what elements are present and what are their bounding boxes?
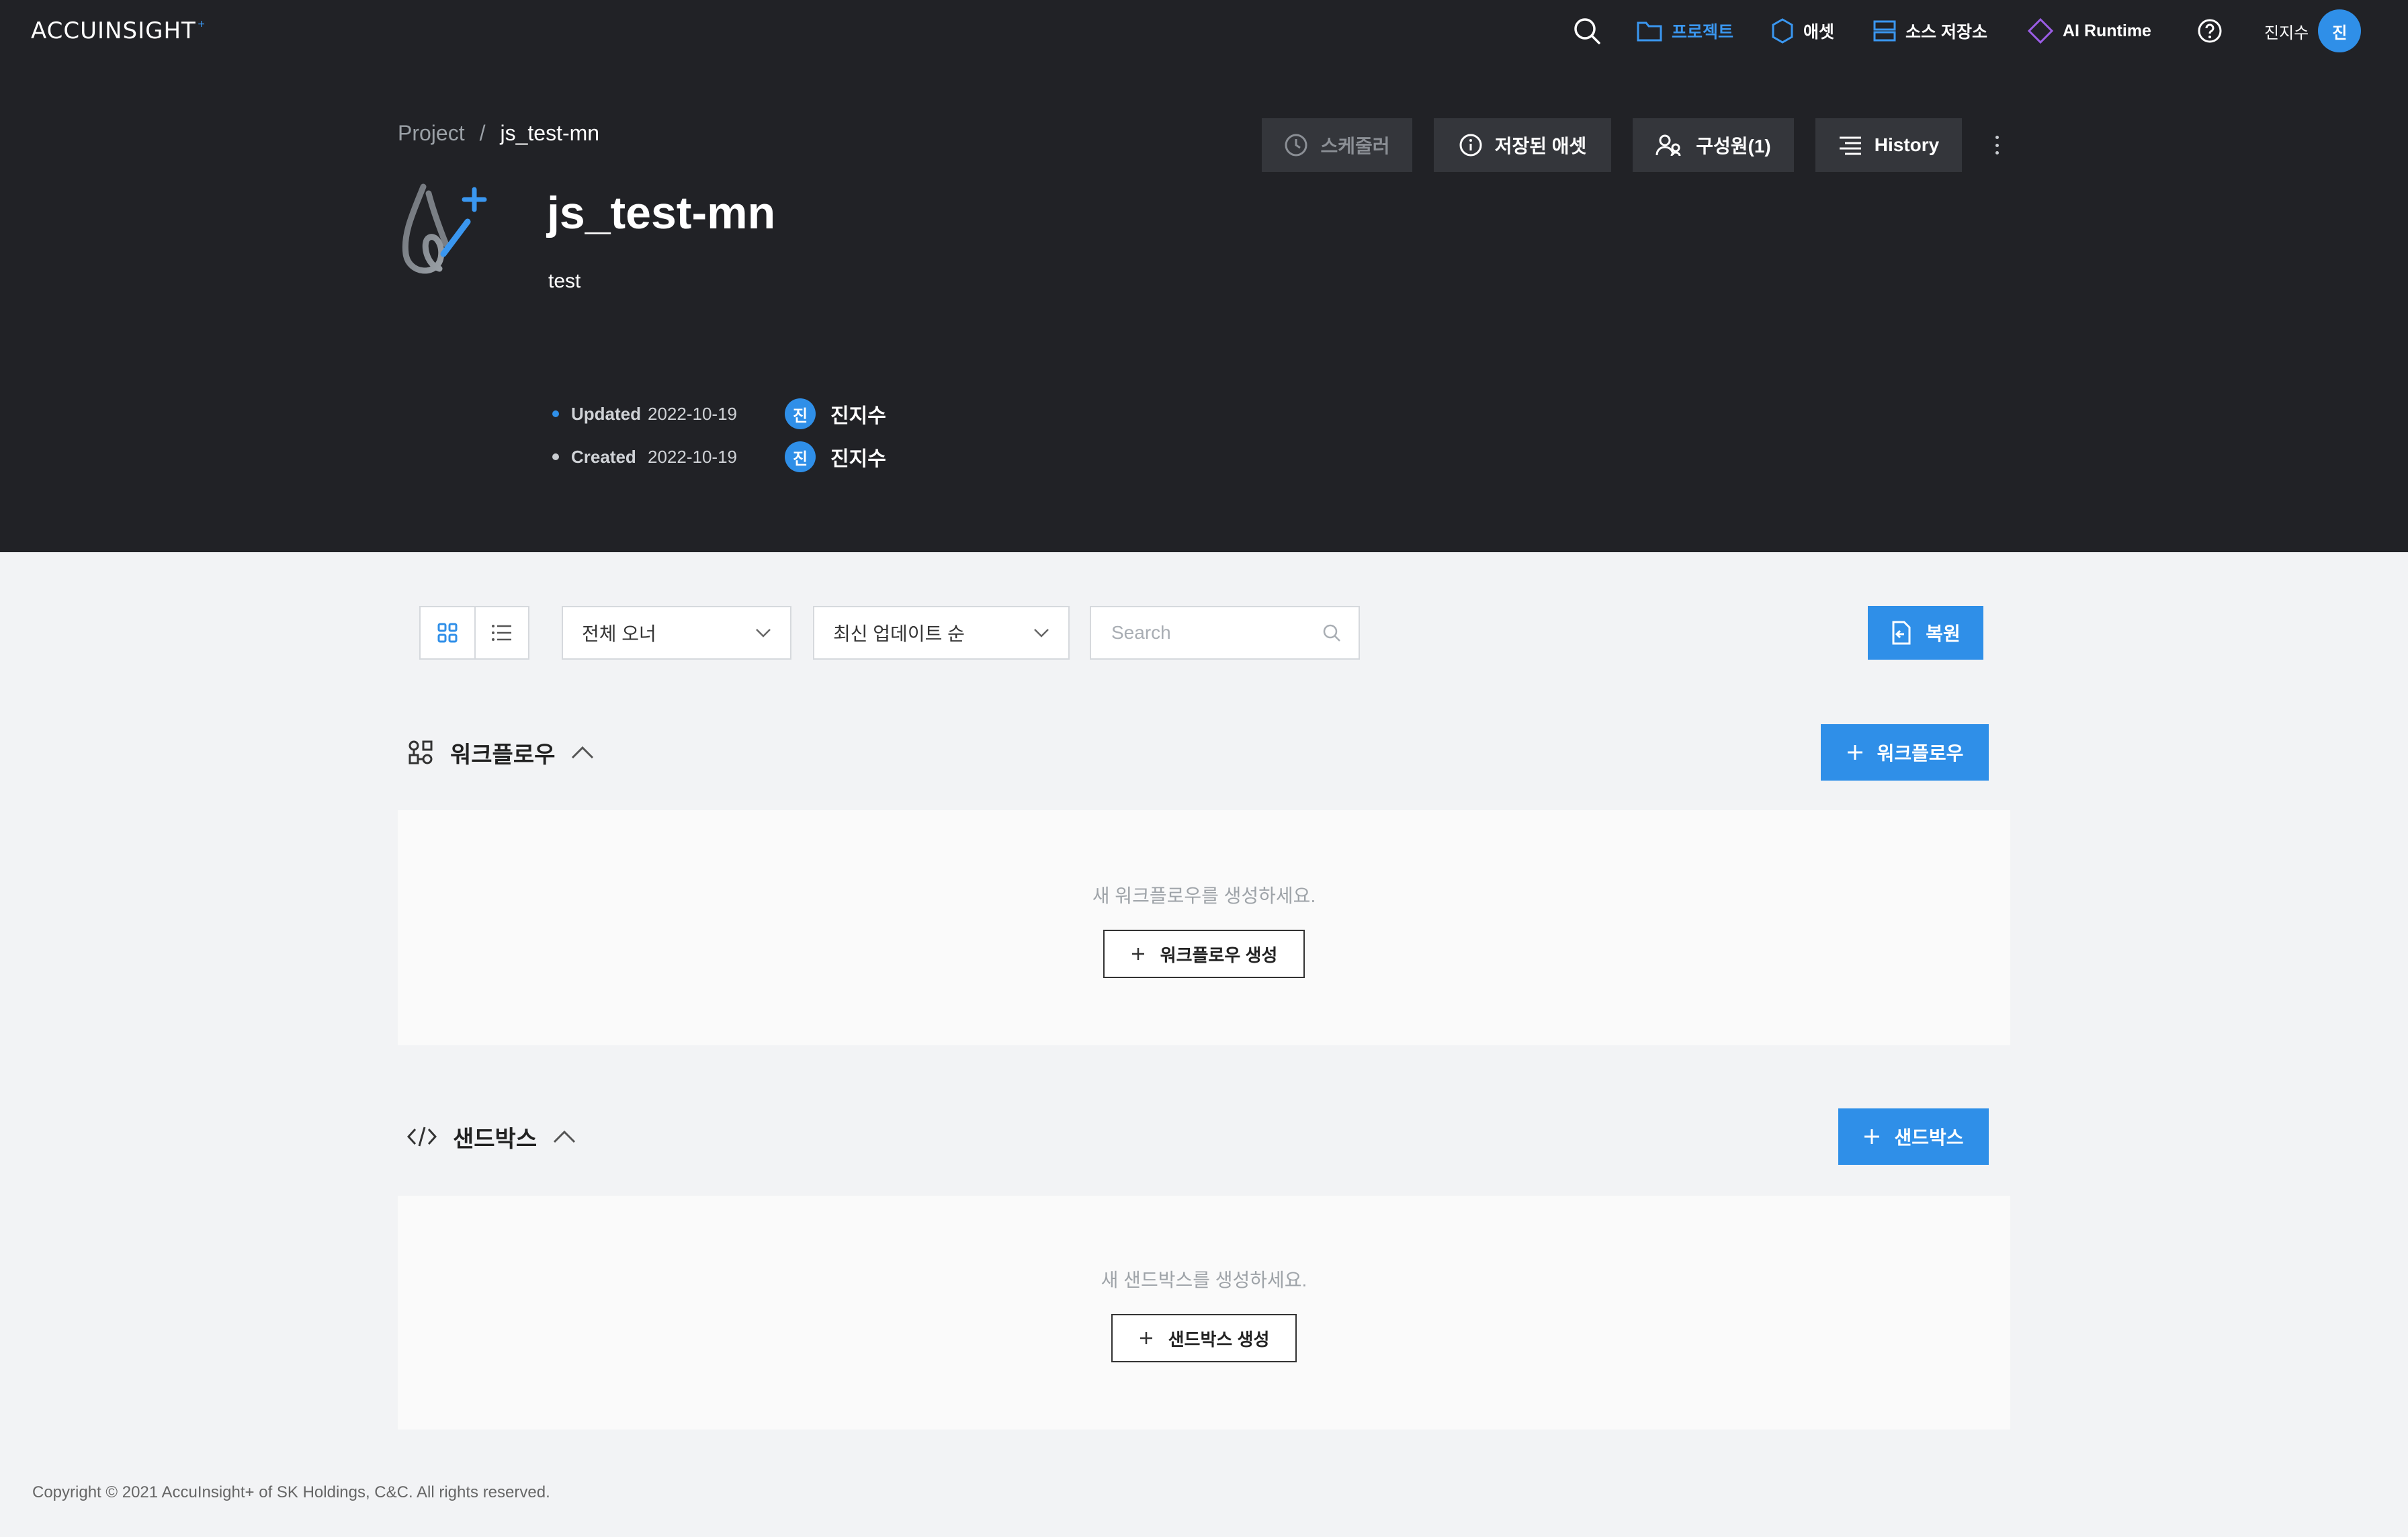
updated-by: 진지수 — [830, 405, 886, 427]
chevron-up-icon[interactable] — [571, 746, 594, 759]
app-logo[interactable]: ACCUINSIGHT + — [31, 16, 206, 46]
nav-ai-runtime[interactable]: AI Runtime — [2028, 15, 2151, 47]
owner-filter-select[interactable]: 전체 오너 — [562, 606, 791, 660]
restore-label: 복원 — [1926, 623, 1961, 644]
logo-text: ACCUINSIGHT — [31, 17, 196, 44]
add-workflow-label: 워크플로우 — [1877, 743, 1964, 764]
view-toggle — [419, 606, 529, 660]
breadcrumb: Project / js_test-mn — [398, 121, 599, 146]
footer-copyright: Copyright © 2021 AccuInsight+ of SK Hold… — [32, 1483, 550, 1501]
members-label: 구성원(1) — [1696, 136, 1771, 157]
sandbox-section-header: 샌드박스 — [407, 1116, 576, 1157]
search-icon — [1323, 624, 1340, 642]
info-icon — [1459, 134, 1482, 157]
project-icon — [399, 180, 493, 281]
avatar: 진 — [785, 441, 816, 472]
user-menu[interactable]: 진지수 진 — [2264, 9, 2362, 52]
scheduler-label: 스케줄러 — [1320, 136, 1390, 157]
plus-icon — [1864, 1129, 1880, 1144]
breadcrumb-separator: / — [479, 121, 486, 145]
created-by: 진지수 — [830, 448, 886, 470]
updated-date: 2022-10-19 — [648, 403, 737, 424]
nav-assets[interactable]: 애셋 — [1771, 15, 1834, 47]
updated-label: Updated — [571, 403, 641, 424]
chevron-down-icon — [756, 629, 771, 638]
page-title: js_test-mn — [547, 187, 776, 238]
nav-source-repo[interactable]: 소스 저장소 — [1873, 15, 1987, 47]
help-icon[interactable] — [2197, 15, 2223, 47]
diamond-icon — [2028, 18, 2053, 44]
search-icon[interactable] — [1572, 15, 1602, 47]
workflow-title: 워크플로우 — [450, 742, 556, 768]
sandbox-title: 샌드박스 — [453, 1126, 538, 1152]
more-options-icon[interactable] — [1985, 132, 2009, 159]
code-icon — [407, 1127, 437, 1147]
list-view-icon[interactable] — [474, 607, 528, 658]
created-row: Created 2022-10-19 진 진지수 — [552, 441, 886, 473]
create-workflow-button[interactable]: 워크플로우 생성 — [1103, 930, 1305, 978]
chevron-down-icon — [1034, 629, 1049, 638]
search-input[interactable] — [1111, 622, 1313, 644]
nav-source-repo-label: 소스 저장소 — [1905, 23, 1987, 42]
updated-row: Updated 2022-10-19 진 진지수 — [552, 398, 886, 430]
created-date: 2022-10-19 — [648, 446, 737, 467]
avatar: 진 — [2318, 9, 2362, 52]
plus-icon — [1847, 745, 1862, 760]
folder-icon — [1637, 21, 1662, 42]
add-sandbox-label: 샌드박스 — [1894, 1127, 1964, 1148]
avatar: 진 — [785, 398, 816, 429]
saved-assets-label: 저장된 애셋 — [1494, 136, 1587, 157]
workflow-empty-panel: 새 워크플로우를 생성하세요. 워크플로우 생성 — [398, 810, 2010, 1045]
plus-icon — [1131, 948, 1144, 960]
nav-assets-label: 애셋 — [1803, 23, 1835, 42]
create-workflow-label: 워크플로우 생성 — [1160, 945, 1278, 965]
nav-projects-label: 프로젝트 — [1672, 23, 1734, 42]
user-name: 진지수 — [2264, 24, 2309, 42]
history-label: History — [1874, 134, 1940, 155]
grid-view-icon[interactable] — [421, 607, 474, 658]
top-navigation: ACCUINSIGHT + 프로젝트 애셋 소스 저장소 AI Runtime 진… — [0, 0, 2408, 62]
breadcrumb-project-link[interactable]: Project — [398, 121, 465, 146]
sandbox-empty-message: 새 샌드박스를 생성하세요. — [1101, 1270, 1307, 1290]
saved-assets-button[interactable]: 저장된 애셋 — [1434, 118, 1611, 172]
workflow-empty-message: 새 워크플로우를 생성하세요. — [1092, 885, 1316, 906]
create-sandbox-label: 샌드박스 생성 — [1168, 1329, 1270, 1350]
breadcrumb-current: js_test-mn — [500, 121, 600, 145]
restore-button[interactable]: 복원 — [1868, 606, 1983, 660]
sandbox-empty-panel: 새 샌드박스를 생성하세요. 샌드박스 생성 — [398, 1196, 2010, 1430]
history-button[interactable]: History — [1815, 118, 1962, 172]
chevron-up-icon[interactable] — [553, 1130, 576, 1143]
sort-value: 최신 업데이트 순 — [833, 623, 965, 644]
add-workflow-button[interactable]: 워크플로우 — [1821, 724, 1989, 781]
create-sandbox-button[interactable]: 샌드박스 생성 — [1111, 1314, 1297, 1362]
logo-plus: + — [197, 19, 206, 30]
add-sandbox-button[interactable]: 샌드박스 — [1838, 1108, 1989, 1165]
members-button[interactable]: 구성원(1) — [1633, 118, 1794, 172]
owner-filter-value: 전체 오너 — [582, 623, 656, 644]
workflow-icon — [408, 740, 433, 764]
created-dot — [552, 453, 559, 460]
storage-icon — [1873, 20, 1896, 42]
sort-select[interactable]: 최신 업데이트 순 — [813, 606, 1070, 660]
search-box — [1090, 606, 1360, 660]
clock-icon — [1285, 134, 1307, 157]
created-label: Created — [571, 446, 636, 467]
project-header: ACCUINSIGHT + 프로젝트 애셋 소스 저장소 AI Runtime 진… — [0, 0, 2408, 552]
project-description: test — [548, 270, 581, 292]
list-filter-icon — [1839, 136, 1861, 155]
scheduler-button[interactable]: 스케줄러 — [1262, 118, 1412, 172]
hexagon-icon — [1772, 18, 1793, 44]
workflow-section-header: 워크플로우 — [407, 732, 594, 773]
updated-dot — [552, 410, 559, 417]
nav-projects[interactable]: 프로젝트 — [1637, 15, 1733, 47]
restore-file-icon — [1892, 621, 1911, 645]
plus-icon — [1140, 1332, 1152, 1344]
nav-ai-runtime-label: AI Runtime — [2063, 21, 2151, 40]
users-icon — [1656, 134, 1681, 157]
